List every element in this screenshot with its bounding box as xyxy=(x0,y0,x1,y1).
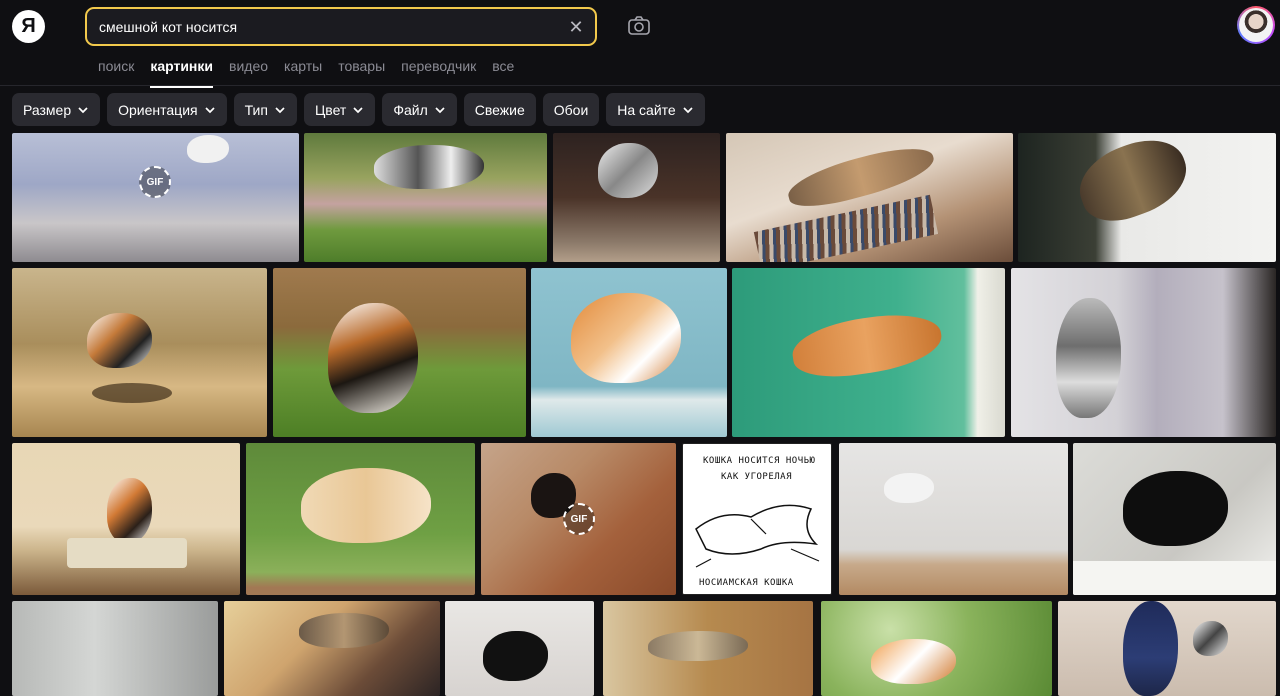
image-result[interactable] xyxy=(603,601,813,696)
filter-file[interactable]: Файл xyxy=(382,93,457,126)
image-result[interactable] xyxy=(273,268,526,437)
chevron-down-icon xyxy=(435,106,445,113)
search-tabs: поиск картинки видео карты товары перево… xyxy=(98,58,530,88)
gif-badge: GIF xyxy=(563,503,595,535)
yandex-logo[interactable]: Я xyxy=(12,10,45,43)
filter-color[interactable]: Цвет xyxy=(303,93,376,126)
image-result[interactable] xyxy=(12,601,218,696)
search-input[interactable] xyxy=(99,17,559,37)
image-result[interactable] xyxy=(304,133,547,262)
header: Я ✕ поиск картинки видео карты товары пе… xyxy=(0,0,1280,88)
image-result[interactable] xyxy=(12,268,267,437)
chevron-down-icon xyxy=(78,106,88,113)
image-result[interactable] xyxy=(531,268,727,437)
filter-fresh[interactable]: Свежие xyxy=(463,93,536,126)
filter-size[interactable]: Размер xyxy=(12,93,101,126)
image-result[interactable]: КОШКА НОСИТСЯ НОЧЬЮ КАК УГОРЕЛАЯ НОСИАМС… xyxy=(682,443,832,595)
chevron-down-icon xyxy=(683,106,693,113)
tab-translator[interactable]: переводчик xyxy=(401,58,476,80)
user-avatar[interactable] xyxy=(1237,6,1275,44)
tab-maps[interactable]: карты xyxy=(284,58,322,80)
image-result[interactable] xyxy=(445,601,594,696)
image-result[interactable] xyxy=(839,443,1068,595)
cat-drawing xyxy=(695,504,820,568)
chevron-down-icon xyxy=(353,106,363,113)
camera-search-icon[interactable] xyxy=(627,15,651,37)
tab-all[interactable]: все xyxy=(492,58,514,80)
image-result[interactable] xyxy=(1018,133,1276,262)
filter-orientation[interactable]: Ориентация xyxy=(107,93,227,126)
image-result[interactable] xyxy=(726,133,1013,262)
filter-type[interactable]: Тип xyxy=(233,93,297,126)
image-result[interactable] xyxy=(732,268,1005,437)
image-result[interactable] xyxy=(1011,268,1276,437)
image-result[interactable] xyxy=(1073,443,1276,595)
tab-images[interactable]: картинки xyxy=(150,58,213,88)
chevron-down-icon xyxy=(275,106,285,113)
tab-video[interactable]: видео xyxy=(229,58,268,80)
search-box[interactable]: ✕ xyxy=(85,7,597,46)
tab-products[interactable]: товары xyxy=(338,58,385,80)
image-result[interactable] xyxy=(821,601,1052,696)
image-result[interactable] xyxy=(12,443,240,595)
close-icon[interactable]: ✕ xyxy=(567,18,585,36)
filter-on-site[interactable]: На сайте xyxy=(606,93,705,126)
filter-bar: Размер Ориентация Тип Цвет Файл Свежие О… xyxy=(12,93,705,127)
image-result[interactable] xyxy=(246,443,475,595)
image-result[interactable]: GIF xyxy=(481,443,676,595)
image-result[interactable] xyxy=(1058,601,1276,696)
image-result[interactable] xyxy=(553,133,720,262)
tab-search[interactable]: поиск xyxy=(98,58,134,80)
image-result[interactable] xyxy=(224,601,440,696)
filter-wallpapers[interactable]: Обои xyxy=(542,93,600,126)
gif-badge: GIF xyxy=(139,166,171,198)
image-results-grid: GIF GIF КОШКА НОСИТСЯ НОЧЬЮ КАК УГОРЕЛАЯ… xyxy=(0,133,1280,696)
image-result[interactable]: GIF xyxy=(12,133,299,262)
chevron-down-icon xyxy=(205,106,215,113)
